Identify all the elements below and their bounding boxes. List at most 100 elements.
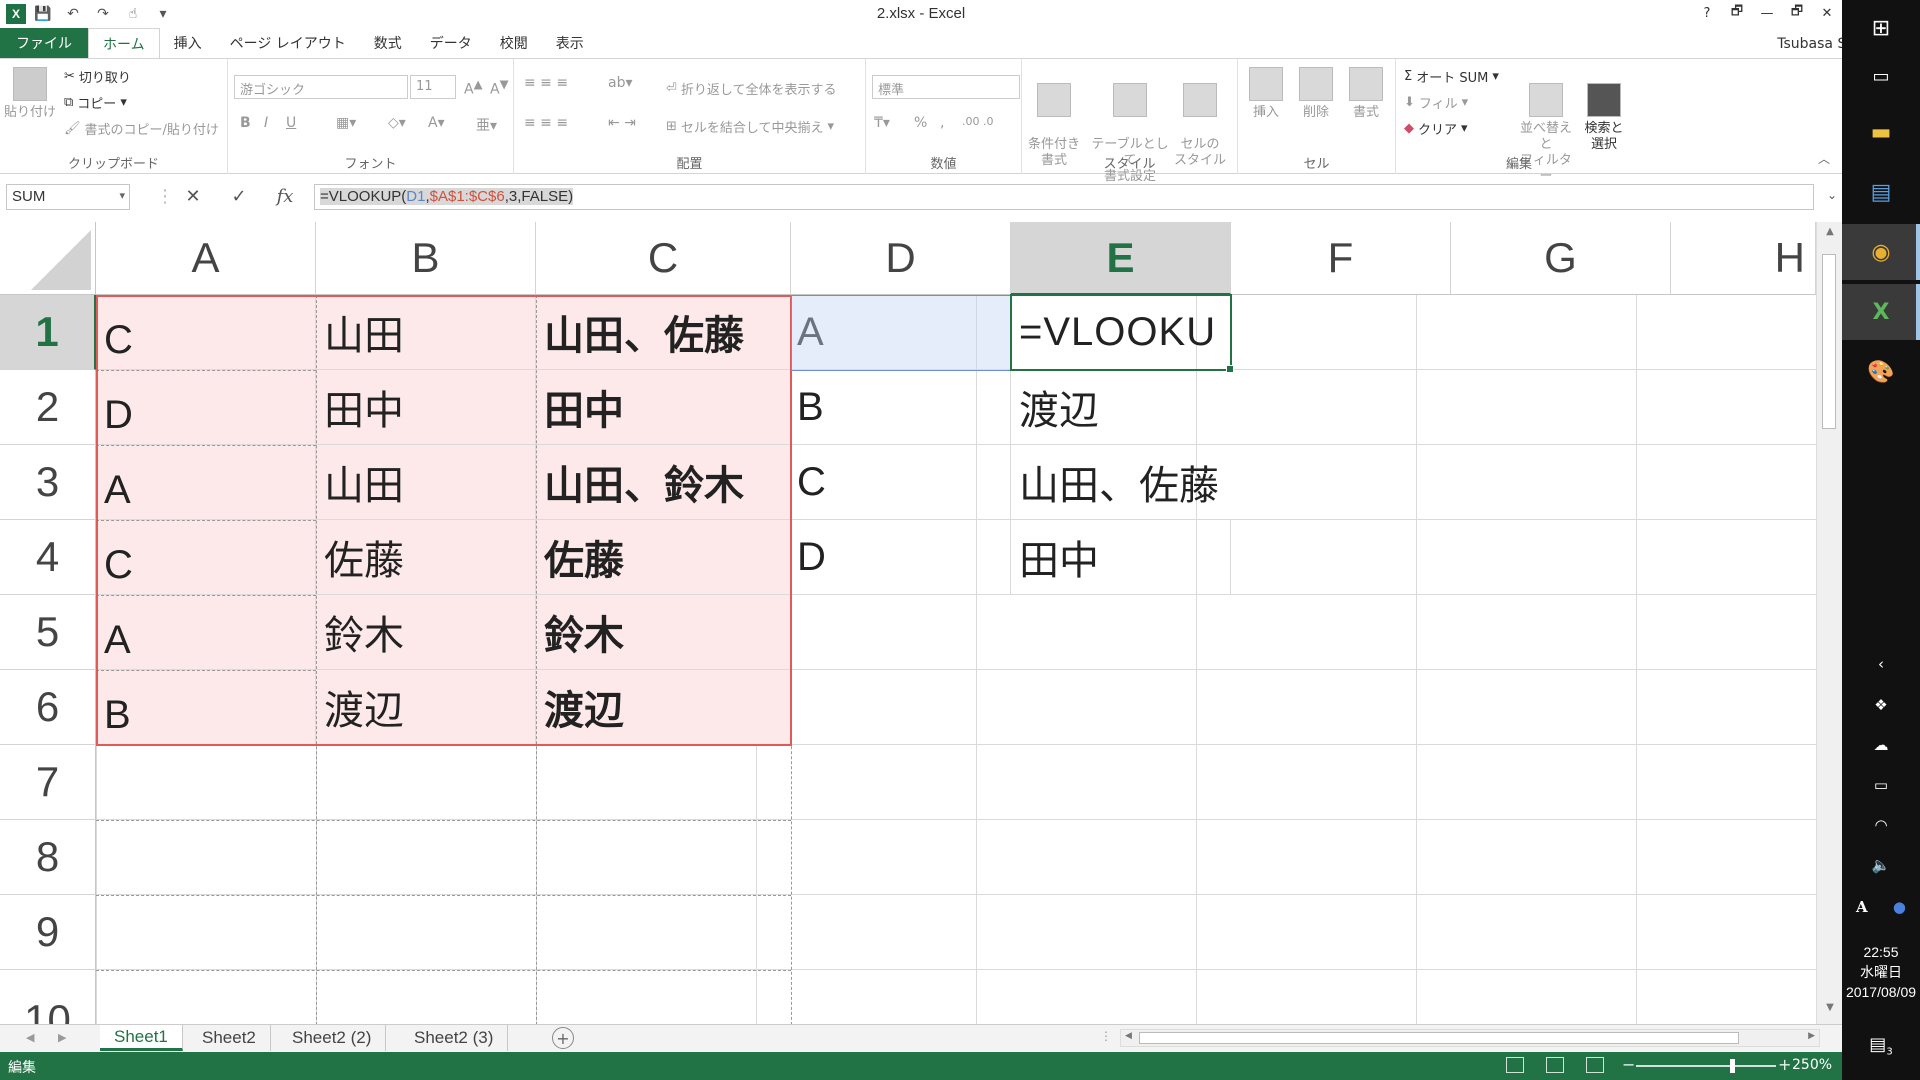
zoom-in-icon[interactable]: + bbox=[1778, 1055, 1791, 1074]
cell-d4[interactable]: D bbox=[791, 520, 1011, 595]
format-painter-button[interactable]: 🖌 書式のコピー/貼り付け bbox=[64, 119, 219, 138]
expand-formula-bar-icon[interactable]: ⌄ bbox=[1822, 188, 1842, 202]
cell-c6[interactable]: 渡辺 bbox=[536, 670, 791, 745]
sheet-tab-sheet2-2[interactable]: Sheet2 (2) bbox=[278, 1025, 387, 1051]
cell-e4[interactable]: 田中 bbox=[1011, 520, 1231, 595]
add-sheet-icon[interactable]: + bbox=[552, 1027, 574, 1049]
row-header-6[interactable]: 6 bbox=[0, 670, 96, 745]
cell-b1[interactable]: 山田 bbox=[316, 295, 536, 370]
scroll-thumb[interactable] bbox=[1139, 1032, 1739, 1044]
clear-button[interactable]: ◆ クリア ▾ bbox=[1404, 119, 1468, 138]
decrease-font-icon[interactable]: A▼ bbox=[490, 77, 509, 98]
tab-home[interactable]: ホーム bbox=[88, 28, 160, 58]
font-color-icon[interactable]: A▾ bbox=[428, 115, 445, 131]
tab-review[interactable]: 校閲 bbox=[486, 28, 542, 58]
font-name-select[interactable]: 游ゴシック bbox=[234, 75, 408, 99]
zoom-slider[interactable] bbox=[1636, 1065, 1776, 1067]
ribbon-display-options-icon[interactable]: 🗗 bbox=[1722, 0, 1752, 26]
split-handle-icon[interactable]: ⋮ bbox=[1100, 1029, 1112, 1043]
phonetic-icon[interactable]: 亜▾ bbox=[476, 115, 497, 135]
currency-icon[interactable]: ₸▾ bbox=[874, 115, 890, 131]
select-all-corner[interactable] bbox=[0, 222, 96, 295]
number-format-select[interactable]: 標準 bbox=[872, 75, 1020, 99]
battery-icon[interactable]: ▭ bbox=[1842, 776, 1920, 794]
column-header-a[interactable]: A bbox=[96, 222, 316, 295]
file-explorer-icon[interactable]: ▬ bbox=[1842, 104, 1920, 160]
row-header-5[interactable]: 5 bbox=[0, 595, 96, 670]
prev-sheet-icon[interactable]: ◀ bbox=[26, 1031, 34, 1044]
sheet-tab-sheet2[interactable]: Sheet2 bbox=[188, 1025, 271, 1051]
task-view-icon[interactable]: ▭ bbox=[1842, 48, 1920, 104]
cell-c3[interactable]: 山田、鈴木 bbox=[536, 445, 791, 520]
cell-d3[interactable]: C bbox=[791, 445, 1011, 520]
align-top-icon[interactable]: ≡ ≡ ≡ bbox=[524, 75, 568, 91]
merge-center-button[interactable]: ⊞ セルを結合して中央揃え ▾ bbox=[666, 117, 834, 136]
align-left-icon[interactable]: ≡ ≡ ≡ bbox=[524, 115, 568, 131]
zoom-out-icon[interactable]: − bbox=[1622, 1055, 1635, 1074]
volume-icon[interactable]: 🔈 bbox=[1842, 856, 1920, 874]
cell-b3[interactable]: 山田 bbox=[316, 445, 536, 520]
chrome-icon[interactable]: ◉ bbox=[1842, 224, 1920, 280]
column-header-d[interactable]: D bbox=[791, 222, 1011, 295]
system-clock[interactable]: 22:55 水曜日 2017/08/09 bbox=[1842, 942, 1920, 1002]
tab-file[interactable]: ファイル bbox=[0, 28, 88, 58]
cell-d2[interactable]: B bbox=[791, 370, 1011, 445]
increase-font-icon[interactable]: A▲ bbox=[464, 77, 483, 98]
column-header-f[interactable]: F bbox=[1231, 222, 1451, 295]
cell-c1[interactable]: 山田、佐藤 bbox=[536, 295, 791, 370]
autosum-button[interactable]: Σ オート SUM ▾ bbox=[1404, 67, 1499, 86]
scroll-up-icon[interactable]: ▲ bbox=[1817, 226, 1843, 246]
tab-formulas[interactable]: 数式 bbox=[360, 28, 416, 58]
cell-c2[interactable]: 田中 bbox=[536, 370, 791, 445]
page-layout-view-icon[interactable] bbox=[1546, 1057, 1564, 1073]
delete-cells-button[interactable]: 削除 bbox=[1288, 67, 1344, 121]
fill-button[interactable]: ⬇ フィル ▾ bbox=[1404, 93, 1468, 112]
paint-icon[interactable]: 🎨 bbox=[1842, 344, 1920, 400]
row-header-3[interactable]: 3 bbox=[0, 445, 96, 520]
fill-color-icon[interactable]: ◇▾ bbox=[388, 115, 406, 131]
column-header-c[interactable]: C bbox=[536, 222, 791, 295]
scroll-right-icon[interactable]: ▶ bbox=[1808, 1031, 1815, 1041]
row-header-7[interactable]: 7 bbox=[0, 745, 96, 820]
cell-a5[interactable]: A bbox=[96, 595, 316, 670]
cut-button[interactable]: ✂ 切り取り bbox=[64, 67, 131, 86]
cell-b5[interactable]: 鈴木 bbox=[316, 595, 536, 670]
border-icon[interactable]: ▦▾ bbox=[336, 115, 356, 131]
copy-button[interactable]: ⧉ コピー ▾ bbox=[64, 93, 127, 112]
cell-b6[interactable]: 渡辺 bbox=[316, 670, 536, 745]
format-cells-button[interactable]: 書式 bbox=[1338, 67, 1394, 121]
help-button[interactable]: ? bbox=[1692, 0, 1722, 26]
zoom-slider-thumb[interactable] bbox=[1730, 1059, 1735, 1073]
cell-e3[interactable]: 山田、佐藤 bbox=[1011, 445, 1231, 520]
vertical-scrollbar[interactable]: ▲ ▼ bbox=[1816, 222, 1842, 1024]
collapse-ribbon-icon[interactable]: ︿ bbox=[1818, 150, 1830, 167]
comma-button[interactable]: , bbox=[940, 115, 944, 131]
column-header-h[interactable]: H bbox=[1671, 222, 1816, 295]
cell-a2[interactable]: D bbox=[96, 370, 316, 445]
row-header-8[interactable]: 8 bbox=[0, 820, 96, 895]
font-size-select[interactable]: 11 bbox=[410, 75, 456, 99]
scroll-left-icon[interactable]: ◀ bbox=[1125, 1031, 1132, 1041]
action-center-icon[interactable]: ▤3 bbox=[1842, 1034, 1920, 1058]
normal-view-icon[interactable] bbox=[1506, 1057, 1524, 1073]
cell-d1[interactable]: A bbox=[791, 295, 1011, 370]
next-sheet-icon[interactable]: ▶ bbox=[58, 1031, 66, 1044]
cell-e2[interactable]: 渡辺 bbox=[1011, 370, 1231, 445]
horizontal-scrollbar[interactable]: ◀ ▶ bbox=[1120, 1029, 1820, 1047]
close-icon[interactable]: ✕ bbox=[1812, 0, 1842, 26]
wrap-text-button[interactable]: ⏎ 折り返して全体を表示する bbox=[666, 79, 837, 98]
app-icon[interactable]: ▤ bbox=[1842, 164, 1920, 220]
minimize-icon[interactable]: — bbox=[1752, 0, 1782, 26]
onedrive-icon[interactable]: ☁ bbox=[1842, 736, 1920, 754]
insert-cells-button[interactable]: 挿入 bbox=[1238, 67, 1294, 121]
sheet-tab-sheet1[interactable]: Sheet1 bbox=[100, 1025, 183, 1051]
tab-view[interactable]: 表示 bbox=[542, 28, 598, 58]
percent-button[interactable]: % bbox=[914, 115, 927, 131]
scroll-down-icon[interactable]: ▼ bbox=[1817, 1002, 1843, 1022]
find-select-button[interactable]: 検索と 選択 bbox=[1576, 67, 1632, 153]
excel-taskbar-icon[interactable]: X bbox=[1842, 284, 1920, 340]
restore-icon[interactable]: 🗗 bbox=[1782, 0, 1812, 26]
sheet-tab-sheet2-3[interactable]: Sheet2 (3) bbox=[400, 1025, 509, 1051]
column-header-b[interactable]: B bbox=[316, 222, 536, 295]
spreadsheet-grid[interactable]: A B C D E F G H 1 2 3 4 5 6 7 8 9 10 C D… bbox=[0, 222, 1816, 1024]
